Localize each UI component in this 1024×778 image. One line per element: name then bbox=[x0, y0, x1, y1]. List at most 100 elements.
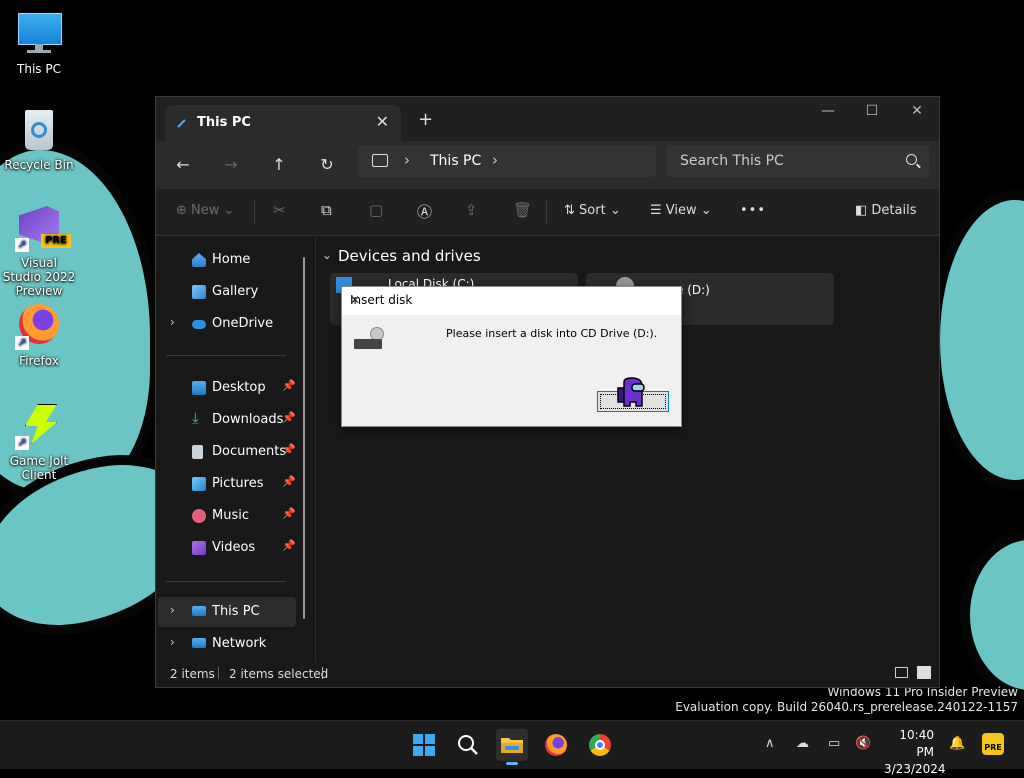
sidebar-item-label: Videos bbox=[212, 540, 256, 555]
group-collapse-chevron-icon[interactable]: ⌄ bbox=[322, 248, 332, 262]
divider bbox=[166, 355, 286, 356]
delete-icon[interactable]: 🗑 bbox=[513, 201, 532, 219]
cut-icon[interactable]: ✂ bbox=[273, 201, 286, 219]
back-button[interactable]: ← bbox=[171, 155, 195, 174]
cloud-offline-icon[interactable]: ☁ bbox=[796, 736, 809, 751]
address-bar[interactable]: › This PC › bbox=[358, 145, 656, 177]
music-icon bbox=[192, 509, 206, 523]
refresh-button[interactable]: ↻ bbox=[315, 155, 339, 174]
tiles-view-icon[interactable] bbox=[917, 666, 931, 679]
start-button[interactable] bbox=[408, 729, 440, 761]
sidebar-item-desktop[interactable]: Desktop 📌 bbox=[158, 373, 296, 403]
taskbar-chrome[interactable] bbox=[584, 729, 616, 761]
notification-bell-icon[interactable]: 🔔 bbox=[949, 736, 965, 751]
pin-icon[interactable]: 📌 bbox=[282, 539, 296, 552]
dialog-ok-button[interactable] bbox=[597, 377, 669, 412]
firefox-icon: ↗ bbox=[15, 302, 63, 350]
display-icon[interactable]: ▭ bbox=[828, 736, 840, 751]
navigation-bar: ← → ↑ ↻ › This PC › Search This PC bbox=[156, 141, 939, 189]
item-count: 2 items bbox=[170, 667, 215, 681]
tab-close-icon[interactable]: ✕ bbox=[376, 112, 389, 131]
cd-drive-icon bbox=[354, 327, 384, 351]
taskbar-file-explorer[interactable] bbox=[496, 729, 528, 765]
pictures-icon bbox=[192, 477, 206, 491]
taskbar: ∧ ☁ ▭ 🔇 10:40 PM 3/23/2024 🔔 PRE bbox=[0, 720, 1024, 776]
tab-bar: This PC ✕ + — ☐ ✕ bbox=[156, 97, 939, 141]
show-hidden-icons-chevron[interactable]: ∧ bbox=[765, 736, 775, 751]
folder-icon bbox=[501, 738, 523, 753]
search-input[interactable]: Search This PC bbox=[680, 153, 784, 169]
search-box[interactable]: Search This PC bbox=[666, 145, 929, 177]
insert-disk-dialog: Insert disk ✕ Please insert a disk into … bbox=[341, 286, 682, 427]
details-view-icon[interactable] bbox=[895, 667, 908, 678]
sidebar-item-this-pc[interactable]: › This PC bbox=[158, 597, 296, 627]
maximize-button[interactable]: ☐ bbox=[852, 103, 892, 119]
sort-button[interactable]: ⇅ Sort ⌄ bbox=[564, 203, 621, 218]
desktop-icon-label: Visual Studio 2022 Preview bbox=[2, 256, 76, 298]
minimize-button[interactable]: — bbox=[808, 103, 848, 119]
pin-icon[interactable]: 📌 bbox=[282, 475, 296, 488]
breadcrumb-chevron-icon[interactable]: › bbox=[492, 151, 498, 169]
sidebar-item-documents[interactable]: Documents 📌 bbox=[158, 437, 296, 467]
videos-icon bbox=[192, 541, 206, 555]
game-jolt-icon: ↗ bbox=[15, 402, 63, 450]
search-button[interactable] bbox=[452, 729, 484, 761]
expand-chevron-icon[interactable]: › bbox=[170, 635, 175, 649]
desktop-icon-visual-studio[interactable]: PRE ↗ Visual Studio 2022 Preview bbox=[1, 204, 77, 298]
up-button[interactable]: ↑ bbox=[267, 155, 291, 174]
sidebar-item-label: Downloads bbox=[212, 412, 284, 427]
taskbar-clock[interactable]: 10:40 PM 3/23/2024 bbox=[884, 727, 946, 778]
sidebar-item-network[interactable]: › Network bbox=[158, 629, 296, 659]
sidebar-item-gallery[interactable]: Gallery bbox=[158, 277, 296, 307]
volume-muted-icon[interactable]: 🔇 bbox=[855, 736, 871, 751]
home-icon bbox=[192, 253, 206, 267]
group-title-devices[interactable]: Devices and drives bbox=[338, 247, 481, 265]
breadcrumb-this-pc[interactable]: This PC bbox=[430, 153, 481, 169]
sidebar-item-downloads[interactable]: ⤓ Downloads 📌 bbox=[158, 405, 296, 435]
watermark-line2: Evaluation copy. Build 26040.rs_prerelea… bbox=[675, 700, 1018, 714]
sidebar-item-pictures[interactable]: Pictures 📌 bbox=[158, 469, 296, 499]
desktop-icon-label: Recycle Bin bbox=[4, 158, 74, 172]
sidebar-item-music[interactable]: Music 📌 bbox=[158, 501, 296, 531]
clock-date: 3/23/2024 bbox=[884, 762, 946, 776]
pin-icon[interactable]: 📌 bbox=[282, 379, 296, 392]
selected-count: 2 items selected bbox=[229, 667, 329, 681]
view-label: View bbox=[665, 203, 697, 218]
more-options-icon[interactable]: ••• bbox=[740, 203, 766, 218]
details-button[interactable]: ◧ Details bbox=[855, 203, 917, 218]
desktop-icon-firefox[interactable]: ↗ Firefox bbox=[1, 302, 77, 368]
rename-icon[interactable]: Ⓐ bbox=[417, 201, 432, 222]
pin-icon[interactable]: 📌 bbox=[282, 507, 296, 520]
sidebar-item-home[interactable]: Home bbox=[158, 245, 296, 275]
expand-chevron-icon[interactable]: › bbox=[170, 603, 175, 617]
search-icon bbox=[906, 154, 917, 165]
tab-this-pc[interactable]: This PC ✕ bbox=[165, 105, 401, 141]
tab-title: This PC bbox=[197, 115, 251, 130]
monitor-icon bbox=[192, 606, 206, 616]
pin-icon[interactable]: 📌 bbox=[282, 443, 296, 456]
breadcrumb-chevron-icon[interactable]: › bbox=[404, 151, 410, 169]
view-button[interactable]: ☰ View ⌄ bbox=[650, 203, 712, 218]
dialog-close-button[interactable]: ✕ bbox=[350, 293, 673, 307]
sidebar-item-videos[interactable]: Videos 📌 bbox=[158, 533, 296, 563]
download-arrow-icon: ⤓ bbox=[192, 409, 199, 427]
forward-button[interactable]: → bbox=[219, 155, 243, 174]
desktop-icon-game-jolt[interactable]: ↗ Game Jolt Client bbox=[1, 402, 77, 482]
share-icon[interactable]: ⇪ bbox=[465, 201, 478, 219]
desktop-icon-recycle-bin[interactable]: Recycle Bin bbox=[1, 106, 77, 172]
sidebar-scrollbar[interactable] bbox=[303, 257, 305, 619]
new-button[interactable]: ⊕ New ⌄ bbox=[176, 203, 234, 218]
sidebar-item-onedrive[interactable]: › OneDrive bbox=[158, 309, 296, 339]
new-tab-button[interactable]: + bbox=[418, 109, 433, 130]
sidebar-item-label: Desktop bbox=[212, 380, 266, 395]
pin-icon[interactable]: 📌 bbox=[282, 411, 296, 424]
paste-icon[interactable]: ▢ bbox=[369, 201, 383, 219]
desktop-icon-this-pc[interactable]: This PC bbox=[1, 10, 77, 76]
sidebar-item-label: OneDrive bbox=[212, 316, 274, 331]
expand-chevron-icon[interactable]: › bbox=[170, 315, 175, 329]
insider-build-icon[interactable]: PRE bbox=[982, 733, 1004, 755]
sidebar-item-label: This PC bbox=[212, 604, 260, 619]
close-window-button[interactable]: ✕ bbox=[897, 103, 937, 119]
taskbar-firefox[interactable] bbox=[540, 729, 572, 761]
copy-icon[interactable]: ⧉ bbox=[321, 201, 332, 219]
